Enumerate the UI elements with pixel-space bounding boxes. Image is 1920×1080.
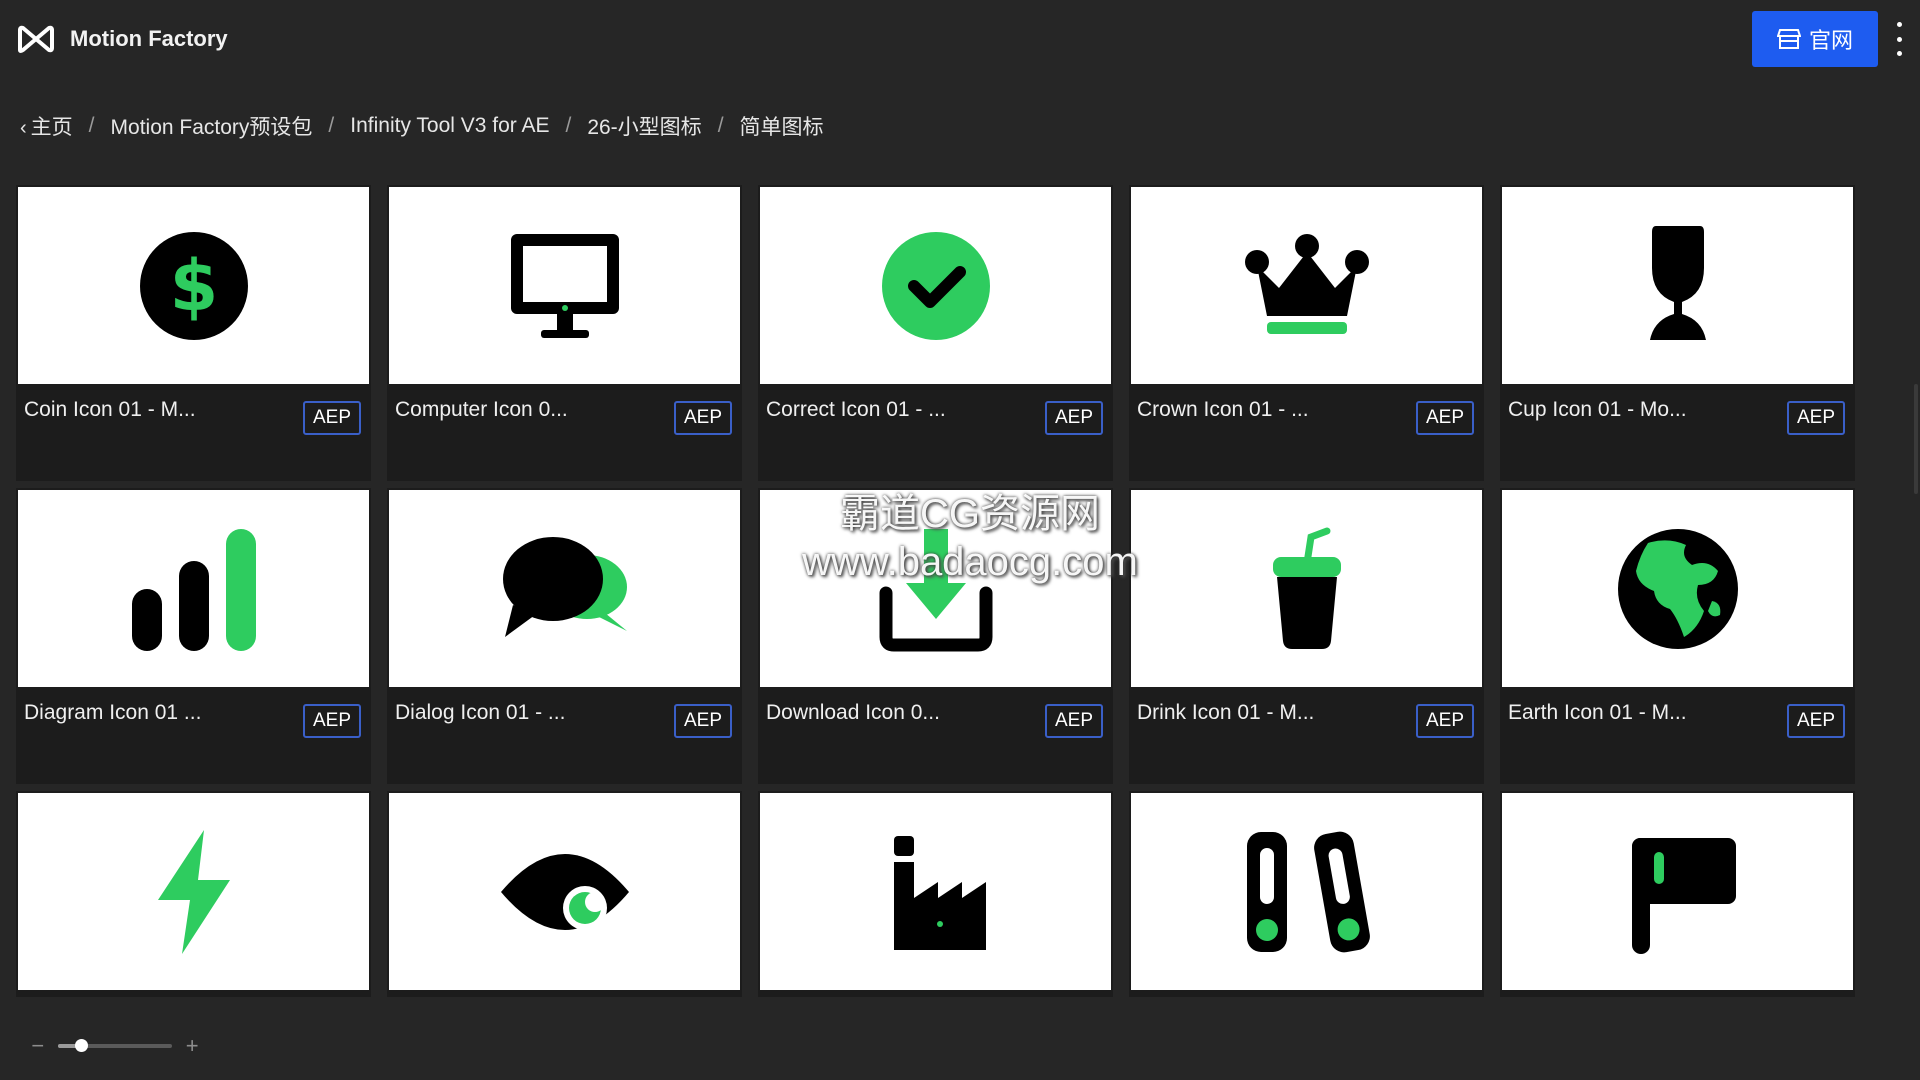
zoom-out-button[interactable]: − <box>30 1033 46 1059</box>
svg-text:$: $ <box>169 245 218 327</box>
asset-title: Crown Icon 01 - ... <box>1137 398 1309 421</box>
cup-icon <box>1649 225 1706 340</box>
app-name: Motion Factory <box>70 26 228 51</box>
asset-card[interactable]: Computer Icon 0... AEP <box>387 185 742 481</box>
asset-title: Coin Icon 01 - M... <box>24 398 196 421</box>
breadcrumb-separator: / <box>717 114 724 137</box>
asset-title: Download Icon 0... <box>766 701 940 724</box>
eye-icon <box>500 853 629 930</box>
aep-badge: AEP <box>1044 704 1103 738</box>
flag-icon <box>1631 837 1736 954</box>
asset-card[interactable] <box>758 791 1113 997</box>
breadcrumb-separator: / <box>328 114 335 137</box>
earth-icon <box>1617 528 1738 649</box>
correct-icon <box>881 231 990 340</box>
asset-thumbnail <box>1502 793 1853 990</box>
asset-title: Computer Icon 0... <box>395 398 568 421</box>
more-menu-button[interactable] <box>1890 22 1908 56</box>
asset-thumbnail <box>1131 793 1482 990</box>
breadcrumb-small-icons[interactable]: 26-小型图标 <box>587 111 701 141</box>
breadcrumb-preset-pack[interactable]: Motion Factory预设包 <box>111 111 313 141</box>
zoom-in-button[interactable]: + <box>184 1033 200 1059</box>
asset-grid: $ Coin Icon 01 - M... AEP Computer Icon … <box>16 185 1860 997</box>
aep-badge: AEP <box>1415 401 1474 435</box>
asset-thumbnail <box>1131 490 1482 687</box>
storefront-icon <box>1776 29 1801 49</box>
asset-title: Correct Icon 01 - ... <box>766 398 946 421</box>
asset-card[interactable]: $ Coin Icon 01 - M... AEP <box>16 185 371 481</box>
asset-card[interactable]: Diagram Icon 01 ... AEP <box>16 488 371 784</box>
asset-card[interactable]: Crown Icon 01 - ... AEP <box>1129 185 1484 481</box>
factory-icon <box>893 835 986 950</box>
asset-title: Drink Icon 01 - M... <box>1137 701 1315 724</box>
top-bar: Motion Factory 官网 <box>0 0 1920 78</box>
asset-card[interactable]: Earth Icon 01 - M... AEP <box>1500 488 1855 784</box>
asset-thumbnail <box>1131 187 1482 384</box>
asset-thumbnail <box>760 793 1111 990</box>
breadcrumb: ‹ 主页 / Motion Factory预设包 / Infinity Tool … <box>20 108 824 144</box>
asset-card[interactable]: Drink Icon 01 - M... AEP <box>1129 488 1484 784</box>
asset-thumbnail <box>389 793 740 990</box>
aep-badge: AEP <box>302 704 361 738</box>
aep-badge: AEP <box>673 704 732 738</box>
asset-card[interactable] <box>16 791 371 997</box>
asset-thumbnail <box>389 490 740 687</box>
aep-badge: AEP <box>1044 401 1103 435</box>
diagram-icon <box>131 528 256 651</box>
asset-thumbnail <box>760 187 1111 384</box>
aep-badge: AEP <box>302 401 361 435</box>
asset-thumbnail <box>1502 490 1853 687</box>
asset-title: Earth Icon 01 - M... <box>1508 701 1687 724</box>
asset-thumbnail: $ <box>18 187 369 384</box>
zoom-track[interactable] <box>57 1039 173 1052</box>
asset-thumbnail <box>389 187 740 384</box>
asset-card[interactable] <box>387 791 742 997</box>
aep-badge: AEP <box>1786 401 1845 435</box>
asset-thumbnail <box>760 490 1111 687</box>
asset-card[interactable]: Cup Icon 01 - Mo... AEP <box>1500 185 1855 481</box>
breadcrumb-infinity-tool[interactable]: Infinity Tool V3 for AE <box>350 114 549 138</box>
asset-title: Cup Icon 01 - Mo... <box>1508 398 1687 421</box>
more-vertical-icon <box>1896 22 1902 27</box>
motion-factory-logo-icon <box>18 25 54 53</box>
computer-icon <box>510 233 619 338</box>
energy-icon <box>157 829 230 954</box>
asset-title: Diagram Icon 01 ... <box>24 701 202 724</box>
aep-badge: AEP <box>1786 704 1845 738</box>
download-icon <box>879 528 992 651</box>
asset-thumbnail <box>18 490 369 687</box>
aep-badge: AEP <box>673 401 732 435</box>
brand[interactable]: Motion Factory <box>16 24 228 54</box>
breadcrumb-simple-icons[interactable]: 简单图标 <box>740 111 824 141</box>
asset-title: Dialog Icon 01 - ... <box>395 701 566 724</box>
coin-icon: $ <box>139 231 248 340</box>
official-site-button[interactable]: 官网 <box>1752 11 1878 67</box>
breadcrumb-separator: / <box>88 114 95 137</box>
aep-badge: AEP <box>1415 704 1474 738</box>
asset-card[interactable]: Dialog Icon 01 - ... AEP <box>387 488 742 784</box>
asset-thumbnail <box>1502 187 1853 384</box>
dialog-icon <box>502 536 627 637</box>
official-site-label: 官网 <box>1808 28 1853 53</box>
zoom-handle[interactable] <box>74 1039 88 1052</box>
vertical-scrollbar[interactable] <box>1914 384 1918 494</box>
asset-card[interactable] <box>1500 791 1855 997</box>
breadcrumb-home[interactable]: ‹ 主页 <box>20 111 73 141</box>
asset-card[interactable]: Correct Icon 01 - ... AEP <box>758 185 1113 481</box>
asset-card[interactable]: Download Icon 0... AEP <box>758 488 1113 784</box>
thumbnail-size-slider: − + <box>30 1033 200 1059</box>
drink-icon <box>1272 527 1341 649</box>
breadcrumb-separator: / <box>565 114 572 137</box>
asset-card[interactable] <box>1129 791 1484 997</box>
chevron-left-icon: ‹ <box>20 117 27 139</box>
fader-icon <box>1246 831 1370 952</box>
crown-icon <box>1244 233 1369 334</box>
asset-thumbnail <box>18 793 369 990</box>
